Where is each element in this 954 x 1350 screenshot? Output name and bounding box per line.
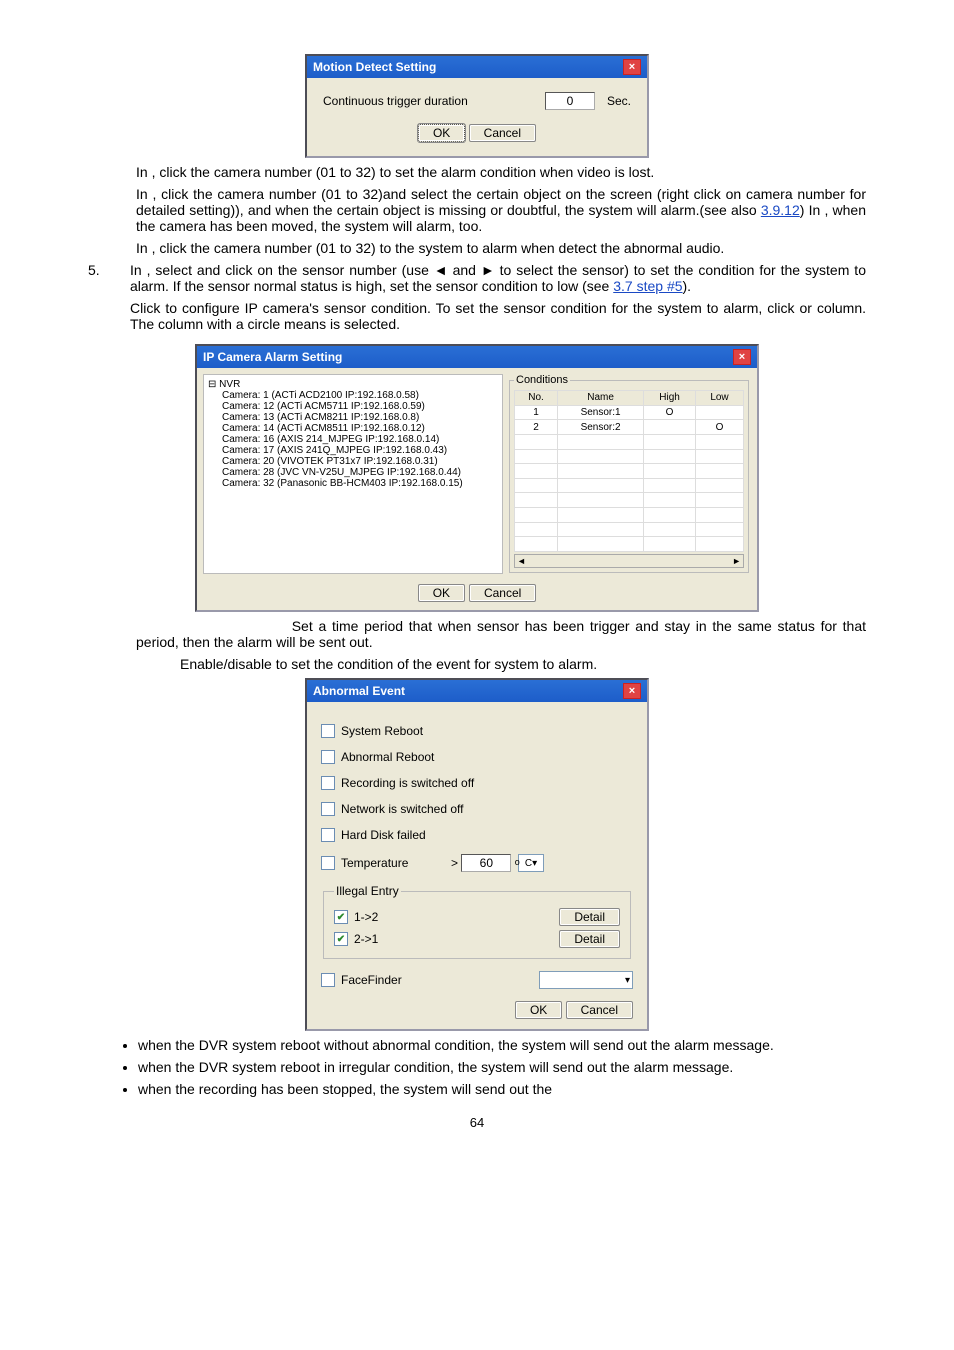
- table-row: 2Sensor:2O: [515, 420, 744, 435]
- para-sensor: In , select and click on the sensor numb…: [130, 262, 866, 294]
- abnormal-event-dialog: Abnormal Event × System Reboot Abnormal …: [305, 678, 649, 1031]
- link-3-9-12[interactable]: 3.9.12: [761, 202, 800, 218]
- camera-tree[interactable]: ⊟ NVR Camera: 1 (ACTi ACD2100 IP:192.168…: [203, 374, 503, 574]
- para-video-lost: In , click the camera number (01 to 32) …: [136, 164, 866, 180]
- label-network-off: Network is switched off: [341, 802, 464, 816]
- para-trigger-duration: Set a time period that when sensor has b…: [136, 618, 866, 650]
- motion-detect-dialog: Motion Detect Setting × Continuous trigg…: [305, 54, 649, 158]
- conditions-table[interactable]: No.NameHighLow 1Sensor:1O 2Sensor:2O: [514, 390, 744, 552]
- illegal-entry-legend: Illegal Entry: [334, 884, 401, 898]
- duration-label: Continuous trigger duration: [323, 94, 468, 108]
- bullet-system-reboot: when the DVR system reboot without abnor…: [138, 1037, 866, 1053]
- titlebar: Abnormal Event ×: [307, 680, 647, 702]
- horizontal-scrollbar[interactable]: ◄►: [514, 554, 744, 568]
- close-icon[interactable]: ×: [623, 683, 641, 699]
- tree-item[interactable]: Camera: 13 (ACTi ACM8211 IP:192.168.0.8): [222, 412, 498, 423]
- checkbox-system-reboot[interactable]: [321, 724, 335, 738]
- label-temperature: Temperature: [341, 856, 451, 870]
- detail-button[interactable]: Detail: [559, 930, 620, 948]
- illegal-entry-group: Illegal Entry ✔ 1->2 Detail ✔ 2->1 Detai…: [323, 884, 631, 959]
- tree-item[interactable]: Camera: 16 (AXIS 214_MJPEG IP:192.168.0.…: [222, 434, 498, 445]
- tree-item[interactable]: Camera: 14 (ACTi ACM8511 IP:192.168.0.12…: [222, 423, 498, 434]
- duration-input[interactable]: [545, 92, 595, 110]
- facefinder-select[interactable]: ▾: [539, 971, 633, 989]
- ip-camera-alarm-dialog: IP Camera Alarm Setting × ⊟ NVR Camera: …: [195, 344, 759, 612]
- para-missing-suspicious: In , click the camera number (01 to 32)a…: [136, 186, 866, 234]
- tree-item[interactable]: Camera: 20 (VIVOTEK PT31x7 IP:192.168.0.…: [222, 456, 498, 467]
- label-system-reboot: System Reboot: [341, 724, 423, 738]
- cancel-button[interactable]: Cancel: [566, 1001, 633, 1019]
- bullet-recording-off: when the recording has been stopped, the…: [138, 1081, 866, 1097]
- temperature-input[interactable]: [461, 854, 511, 872]
- checkbox-facefinder[interactable]: [321, 973, 335, 987]
- checkbox-recording-off[interactable]: [321, 776, 335, 790]
- para-ip-sensor: Click to configure IP camera's sensor co…: [130, 300, 866, 332]
- bullet-abnormal-reboot: when the DVR system reboot in irregular …: [138, 1059, 866, 1075]
- close-icon[interactable]: ×: [733, 349, 751, 365]
- label-hdd-fail: Hard Disk failed: [341, 828, 426, 842]
- close-icon[interactable]: ×: [623, 59, 641, 75]
- label-1-2: 1->2: [354, 910, 559, 924]
- conditions-group: Conditions No.NameHighLow 1Sensor:1O 2Se…: [509, 374, 749, 573]
- para-abnormal-event: Enable/disable to set the condition of t…: [180, 656, 866, 672]
- ok-button[interactable]: OK: [418, 124, 465, 142]
- tree-item[interactable]: Camera: 17 (AXIS 241Q_MJPEG IP:192.168.0…: [222, 445, 498, 456]
- dialog-title: Abnormal Event: [313, 684, 405, 698]
- ok-button[interactable]: OK: [418, 584, 465, 602]
- temperature-unit-select[interactable]: C▾: [518, 854, 544, 872]
- label-facefinder: FaceFinder: [341, 973, 539, 987]
- detail-button[interactable]: Detail: [559, 908, 620, 926]
- label-abnormal-reboot: Abnormal Reboot: [341, 750, 434, 764]
- titlebar: Motion Detect Setting ×: [307, 56, 647, 78]
- list-number-5: 5.: [88, 262, 106, 338]
- checkbox-temperature[interactable]: [321, 856, 335, 870]
- titlebar: IP Camera Alarm Setting ×: [197, 346, 757, 368]
- link-3-7-step-5[interactable]: 3.7 step #5: [613, 278, 682, 294]
- checkbox-hdd-fail[interactable]: [321, 828, 335, 842]
- dialog-title: Motion Detect Setting: [313, 60, 436, 74]
- tree-item[interactable]: Camera: 1 (ACTi ACD2100 IP:192.168.0.58): [222, 390, 498, 401]
- label-recording-off: Recording is switched off: [341, 776, 474, 790]
- checkbox-network-off[interactable]: [321, 802, 335, 816]
- conditions-legend: Conditions: [514, 374, 570, 386]
- unit-label: Sec.: [607, 94, 631, 108]
- checkbox-abnormal-reboot[interactable]: [321, 750, 335, 764]
- tree-item[interactable]: Camera: 32 (Panasonic BB-HCM403 IP:192.1…: [222, 478, 498, 489]
- cancel-button[interactable]: Cancel: [469, 124, 536, 142]
- label-2-1: 2->1: [354, 932, 559, 946]
- table-row: 1Sensor:1O: [515, 405, 744, 420]
- checkbox-2-1[interactable]: ✔: [334, 932, 348, 946]
- page-number: 64: [88, 1115, 866, 1130]
- cancel-button[interactable]: Cancel: [469, 584, 536, 602]
- tree-item[interactable]: Camera: 12 (ACTi ACM5711 IP:192.168.0.59…: [222, 401, 498, 412]
- tree-item[interactable]: Camera: 28 (JVC VN-V25U_MJPEG IP:192.168…: [222, 467, 498, 478]
- gt-symbol: >: [451, 856, 458, 870]
- dialog-title: IP Camera Alarm Setting: [203, 350, 342, 364]
- para-audio-detect: In , click the camera number (01 to 32) …: [136, 240, 866, 256]
- checkbox-1-2[interactable]: ✔: [334, 910, 348, 924]
- ok-button[interactable]: OK: [515, 1001, 562, 1019]
